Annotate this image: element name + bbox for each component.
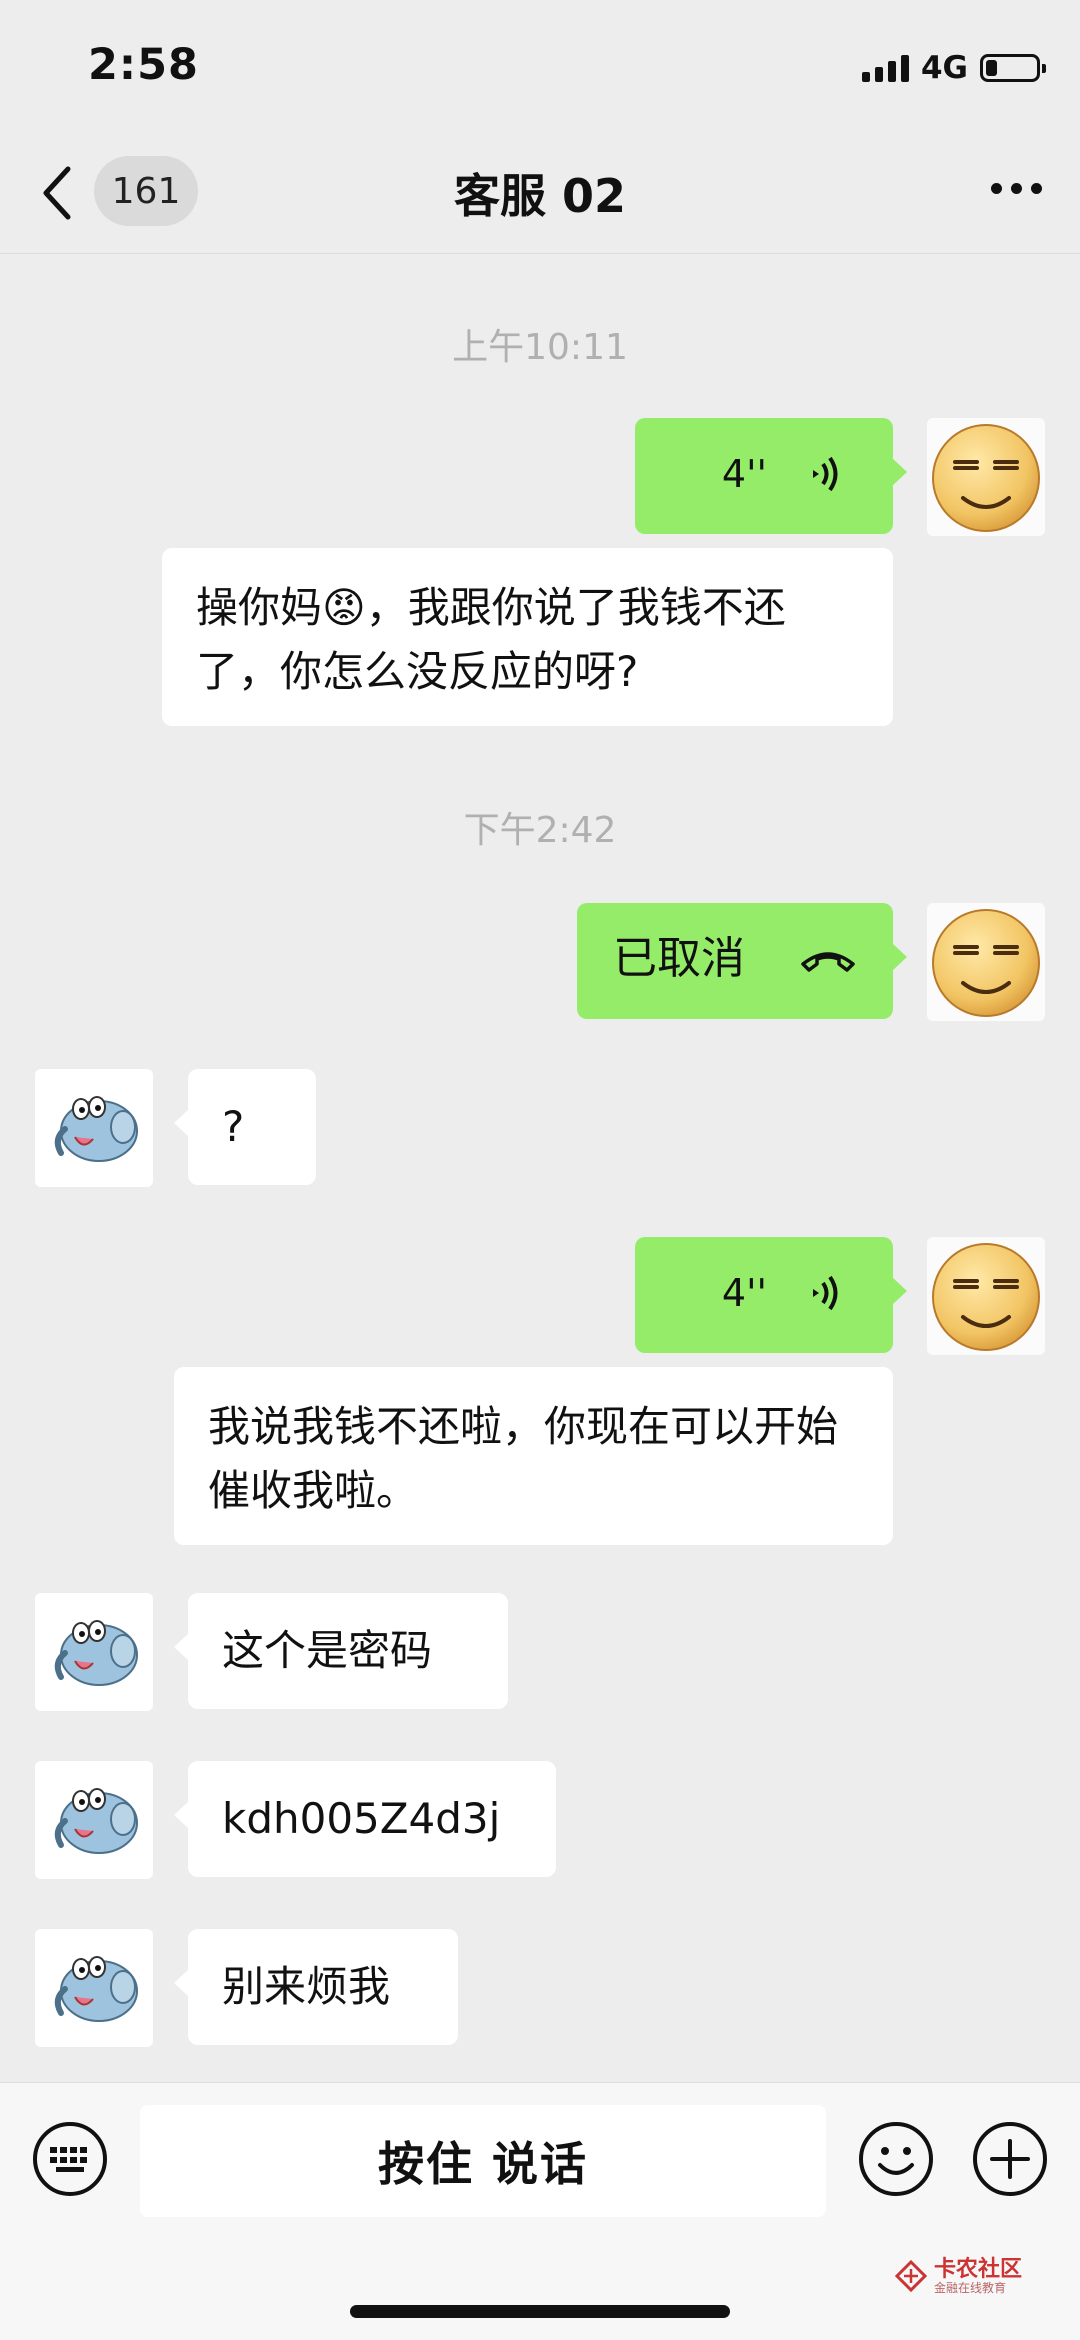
battery-icon bbox=[980, 54, 1046, 82]
voice-duration: 4'' bbox=[721, 452, 767, 496]
smiley-face-icon bbox=[932, 424, 1040, 532]
watermark-logo-icon bbox=[894, 2260, 928, 2293]
chat-title: 客服 02 bbox=[453, 169, 627, 223]
home-indicator[interactable] bbox=[350, 2305, 730, 2318]
voice-message-bubble[interactable]: 4'' bbox=[635, 1237, 907, 1353]
voice-wave-icon bbox=[813, 1275, 838, 1311]
voice-transcript: 我说我钱不还啦，你现在可以开始催收我啦。 bbox=[174, 1367, 893, 1545]
contact-avatar[interactable] bbox=[35, 1069, 153, 1187]
call-status: 已取消 bbox=[613, 933, 745, 984]
smiley-face-icon bbox=[932, 1243, 1040, 1351]
voice-duration: 4'' bbox=[721, 1271, 767, 1315]
elephant-icon bbox=[54, 1956, 138, 2022]
elephant-icon bbox=[54, 1096, 138, 1162]
watermark: 卡农社区 金融在线教育 bbox=[894, 2256, 1022, 2295]
status-time: 2:58 bbox=[88, 40, 199, 90]
timestamp: 上午10:11 bbox=[452, 327, 628, 368]
chat-header: 161 客服 02 bbox=[0, 135, 1080, 254]
hold-to-talk-button[interactable]: 按住 说话 bbox=[140, 2105, 826, 2217]
smiley-face-icon bbox=[932, 909, 1040, 1017]
voice-transcript: 操你妈😡，我跟你说了我钱不还了，你怎么没反应的呀? bbox=[162, 548, 893, 726]
contact-avatar[interactable] bbox=[35, 1593, 153, 1711]
elephant-icon bbox=[54, 1620, 138, 1686]
voice-wave-icon bbox=[813, 456, 838, 492]
received-message: ? bbox=[174, 1069, 316, 1185]
elephant-icon bbox=[54, 1788, 138, 1854]
contact-avatar[interactable] bbox=[35, 1929, 153, 2047]
network-type: 4G bbox=[920, 50, 968, 86]
contact-avatar[interactable] bbox=[35, 1761, 153, 1879]
signal-icon bbox=[861, 54, 909, 82]
received-message: kdh005Z4d3j bbox=[174, 1761, 556, 1877]
plus-icon[interactable] bbox=[972, 2121, 1048, 2197]
watermark-text: 卡农社区 bbox=[933, 2256, 1022, 2282]
my-avatar[interactable] bbox=[927, 1237, 1045, 1355]
status-bar: 2:58 4G bbox=[0, 0, 1080, 135]
input-bar: 按住 说话 卡农社区 金融在线教育 bbox=[0, 2082, 1080, 2340]
timestamp: 下午2:42 bbox=[463, 810, 617, 851]
voice-message-bubble[interactable]: 4'' bbox=[635, 418, 907, 534]
my-avatar[interactable] bbox=[927, 903, 1045, 1021]
more-icon[interactable] bbox=[991, 183, 1042, 194]
keyboard-icon[interactable] bbox=[32, 2121, 108, 2197]
status-icons: 4G bbox=[861, 48, 1046, 88]
my-avatar[interactable] bbox=[927, 418, 1045, 536]
received-message: 这个是密码 bbox=[174, 1593, 508, 1709]
call-cancelled-bubble[interactable]: 已取消 bbox=[577, 903, 907, 1019]
emoji-icon[interactable] bbox=[858, 2121, 934, 2197]
hangup-icon bbox=[801, 952, 855, 972]
watermark-subtext: 金融在线教育 bbox=[933, 2280, 1006, 2295]
received-message: 别来烦我 bbox=[174, 1929, 458, 2045]
